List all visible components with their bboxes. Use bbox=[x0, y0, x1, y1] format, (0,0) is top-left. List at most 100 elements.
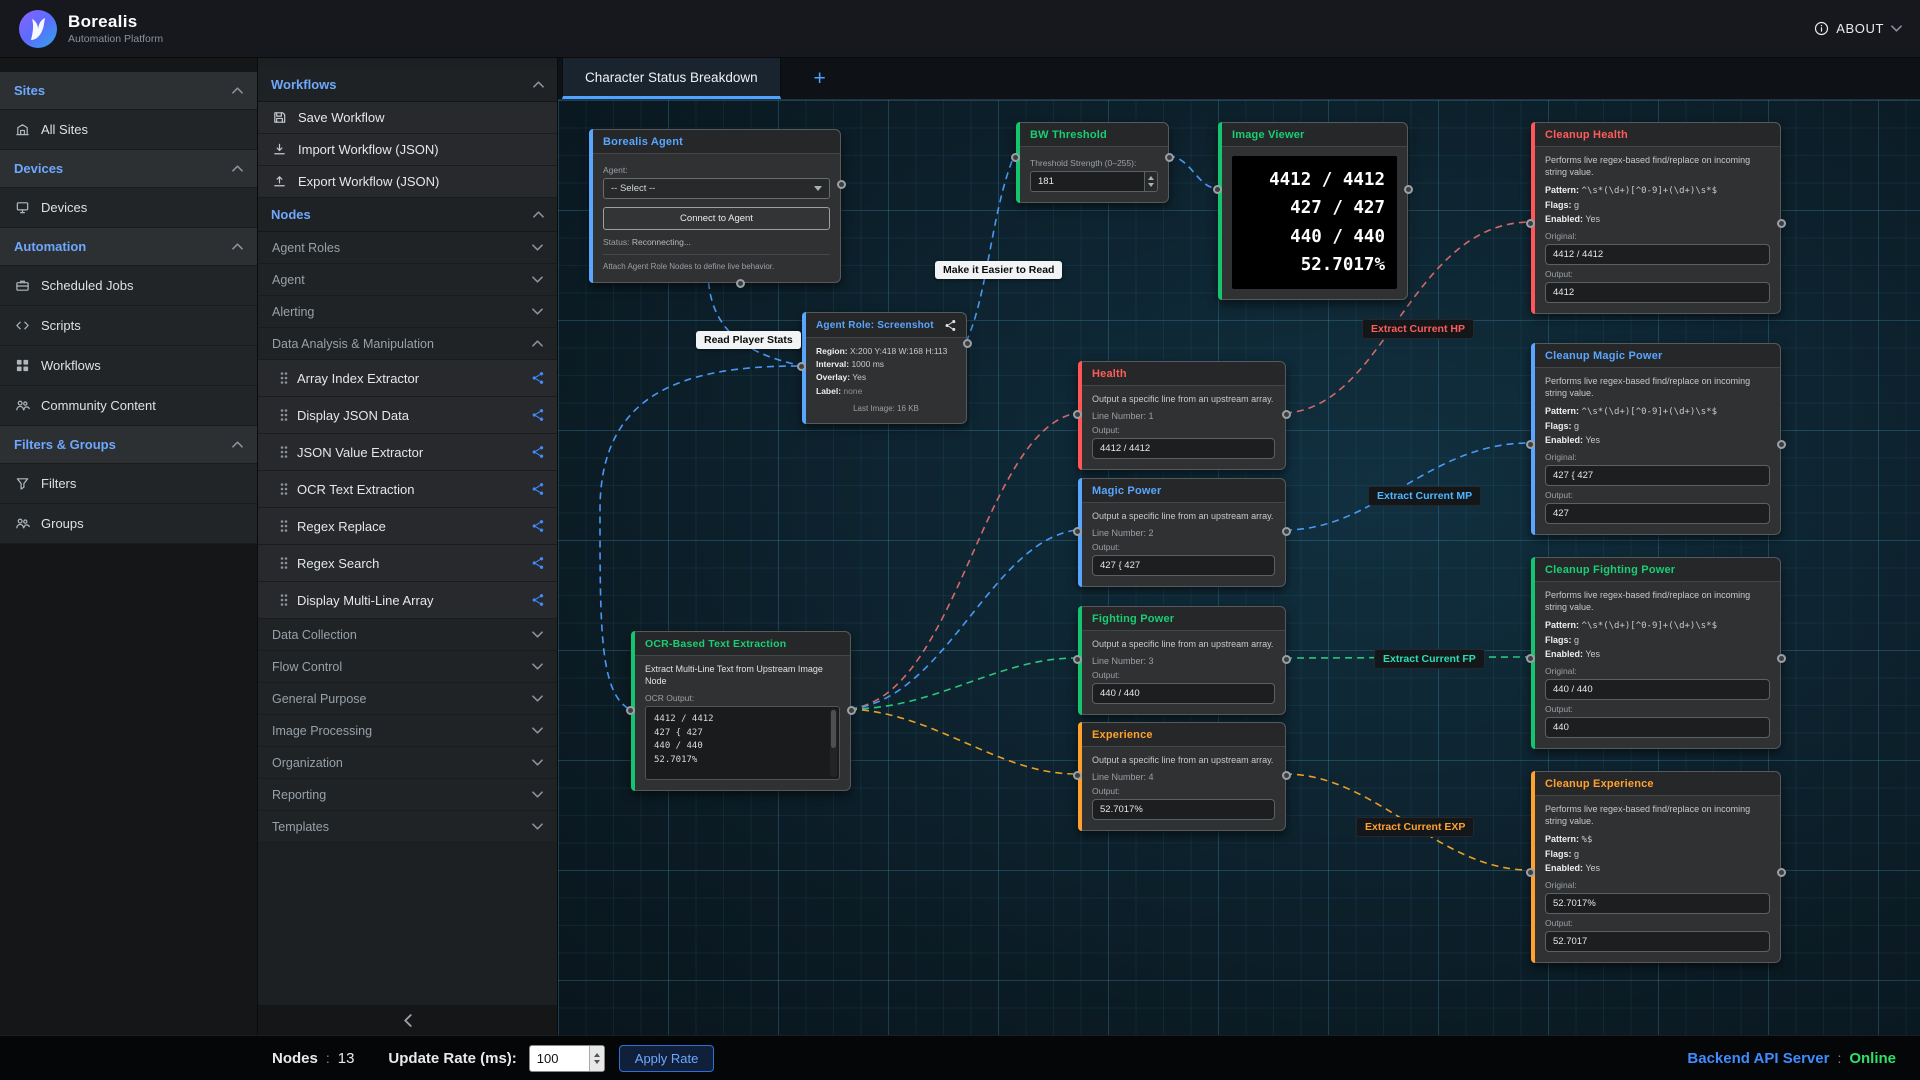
category-agent[interactable]: Agent bbox=[258, 264, 557, 296]
sidebar-section-devices[interactable]: Devices bbox=[0, 150, 257, 188]
output-handle[interactable] bbox=[1282, 771, 1291, 780]
output-field[interactable]: 52.7017 bbox=[1545, 931, 1770, 952]
share-icon[interactable] bbox=[531, 556, 545, 570]
nodes-panel-header[interactable]: Nodes bbox=[258, 198, 557, 232]
workflows-panel-header[interactable]: Workflows bbox=[258, 68, 557, 102]
share-icon[interactable] bbox=[531, 408, 545, 422]
export-workflow-button[interactable]: Export Workflow (JSON) bbox=[258, 166, 557, 198]
category-templates[interactable]: Templates bbox=[258, 811, 557, 843]
node-experience[interactable]: Experience Output a specific line from a… bbox=[1078, 722, 1286, 831]
category-image-processing[interactable]: Image Processing bbox=[258, 715, 557, 747]
input-handle[interactable] bbox=[1073, 655, 1082, 664]
sidebar-item-filters[interactable]: Filters bbox=[0, 464, 257, 504]
share-icon[interactable] bbox=[531, 519, 545, 533]
scrollbar-thumb[interactable] bbox=[831, 710, 836, 747]
sidebar-section-automation[interactable]: Automation bbox=[0, 228, 257, 266]
input-handle[interactable] bbox=[1526, 219, 1535, 228]
sidebar-item-scripts[interactable]: Scripts bbox=[0, 306, 257, 346]
input-handle[interactable] bbox=[1526, 868, 1535, 877]
category-data-collection[interactable]: Data Collection bbox=[258, 619, 557, 651]
drag-handle-icon[interactable] bbox=[280, 482, 288, 496]
sidebar-item-devices[interactable]: Devices bbox=[0, 188, 257, 228]
drag-handle-icon[interactable] bbox=[280, 445, 288, 459]
connection-handle[interactable] bbox=[837, 180, 846, 189]
drag-handle-icon[interactable] bbox=[280, 593, 288, 607]
share-icon[interactable] bbox=[531, 371, 545, 385]
output-handle[interactable] bbox=[1777, 219, 1786, 228]
spin-down-icon[interactable] bbox=[1148, 183, 1154, 187]
connection-handle[interactable] bbox=[736, 279, 745, 288]
sidebar-section-filters-groups[interactable]: Filters & Groups bbox=[0, 426, 257, 464]
original-field[interactable]: 52.7017% bbox=[1545, 893, 1770, 914]
spin-up-icon[interactable] bbox=[594, 1053, 600, 1057]
output-handle[interactable] bbox=[1282, 527, 1291, 536]
node-item-json-value-extractor[interactable]: JSON Value Extractor bbox=[258, 434, 557, 471]
node-item-regex-search[interactable]: Regex Search bbox=[258, 545, 557, 582]
add-tab-button[interactable]: + bbox=[797, 58, 843, 99]
drag-handle-icon[interactable] bbox=[280, 371, 288, 385]
output-handle[interactable] bbox=[1777, 654, 1786, 663]
workflow-canvas[interactable]: Borealis Agent Agent: -- Select -- Conne… bbox=[558, 100, 1920, 1035]
agent-select[interactable]: -- Select -- bbox=[603, 178, 830, 199]
drag-handle-icon[interactable] bbox=[280, 519, 288, 533]
node-item-display-json-data[interactable]: Display JSON Data bbox=[258, 397, 557, 434]
output-handle[interactable] bbox=[847, 706, 856, 715]
spin-down-icon[interactable] bbox=[594, 1060, 600, 1064]
input-handle[interactable] bbox=[1526, 654, 1535, 663]
output-handle[interactable] bbox=[1777, 868, 1786, 877]
input-handle[interactable] bbox=[626, 706, 635, 715]
input-handle[interactable] bbox=[1073, 527, 1082, 536]
ocr-output-textarea[interactable]: 4412 / 4412 427 { 427 440 / 440 52.7017% bbox=[645, 706, 840, 780]
category-organization[interactable]: Organization bbox=[258, 747, 557, 779]
output-field[interactable]: 440 / 440 bbox=[1092, 683, 1275, 704]
category-general-purpose[interactable]: General Purpose bbox=[258, 683, 557, 715]
output-field[interactable]: 427 { 427 bbox=[1092, 555, 1275, 576]
output-handle[interactable] bbox=[1404, 185, 1413, 194]
node-item-array-index-extractor[interactable]: Array Index Extractor bbox=[258, 360, 557, 397]
category-agent-roles[interactable]: Agent Roles bbox=[258, 232, 557, 264]
tab-character-status-breakdown[interactable]: Character Status Breakdown bbox=[562, 58, 781, 99]
node-borealis-agent[interactable]: Borealis Agent Agent: -- Select -- Conne… bbox=[589, 129, 841, 283]
share-icon[interactable] bbox=[531, 445, 545, 459]
category-data-analysis[interactable]: Data Analysis & Manipulation bbox=[258, 328, 557, 360]
collapse-panel-button[interactable] bbox=[258, 1005, 557, 1035]
category-flow-control[interactable]: Flow Control bbox=[258, 651, 557, 683]
node-item-display-multi-line-array[interactable]: Display Multi-Line Array bbox=[258, 582, 557, 619]
output-handle[interactable] bbox=[1282, 410, 1291, 419]
about-button[interactable]: ABOUT bbox=[1814, 21, 1902, 36]
drag-handle-icon[interactable] bbox=[280, 408, 288, 422]
output-field[interactable]: 4412 bbox=[1545, 282, 1770, 303]
node-agent-role-screenshot[interactable]: Agent Role: Screenshot Region: X:200 Y:4… bbox=[802, 312, 967, 424]
node-cleanup-experience[interactable]: Cleanup Experience Performs live regex-b… bbox=[1531, 771, 1781, 963]
scrollbar[interactable] bbox=[830, 709, 837, 777]
sidebar-item-workflows[interactable]: Workflows bbox=[0, 346, 257, 386]
drag-handle-icon[interactable] bbox=[280, 556, 288, 570]
output-handle[interactable] bbox=[1165, 153, 1174, 162]
node-image-viewer[interactable]: Image Viewer 4412 / 4412 427 / 427 440 /… bbox=[1218, 122, 1408, 300]
share-icon[interactable] bbox=[531, 482, 545, 496]
output-handle[interactable] bbox=[1777, 440, 1786, 449]
node-magic-power[interactable]: Magic Power Output a specific line from … bbox=[1078, 478, 1286, 587]
input-handle[interactable] bbox=[1526, 440, 1535, 449]
input-handle[interactable] bbox=[1011, 153, 1020, 162]
original-field[interactable]: 440 / 440 bbox=[1545, 679, 1770, 700]
share-icon[interactable] bbox=[944, 319, 957, 332]
sidebar-item-community-content[interactable]: Community Content bbox=[0, 386, 257, 426]
sidebar-section-sites[interactable]: Sites bbox=[0, 72, 257, 110]
input-handle[interactable] bbox=[797, 362, 806, 371]
import-workflow-button[interactable]: Import Workflow (JSON) bbox=[258, 134, 557, 166]
connect-to-agent-button[interactable]: Connect to Agent bbox=[603, 207, 830, 230]
input-handle[interactable] bbox=[1073, 771, 1082, 780]
sidebar-item-scheduled-jobs[interactable]: Scheduled Jobs bbox=[0, 266, 257, 306]
sidebar-item-groups[interactable]: Groups bbox=[0, 504, 257, 544]
input-handle[interactable] bbox=[1073, 410, 1082, 419]
original-field[interactable]: 4412 / 4412 bbox=[1545, 244, 1770, 265]
output-handle[interactable] bbox=[963, 339, 972, 348]
node-cleanup-fighting-power[interactable]: Cleanup Fighting Power Performs live reg… bbox=[1531, 557, 1781, 749]
update-rate-input[interactable]: 100 bbox=[529, 1045, 605, 1072]
save-workflow-button[interactable]: Save Workflow bbox=[258, 102, 557, 134]
output-handle[interactable] bbox=[1282, 655, 1291, 664]
apply-rate-button[interactable]: Apply Rate bbox=[619, 1045, 715, 1072]
output-field[interactable]: 4412 / 4412 bbox=[1092, 438, 1275, 459]
category-alerting[interactable]: Alerting bbox=[258, 296, 557, 328]
